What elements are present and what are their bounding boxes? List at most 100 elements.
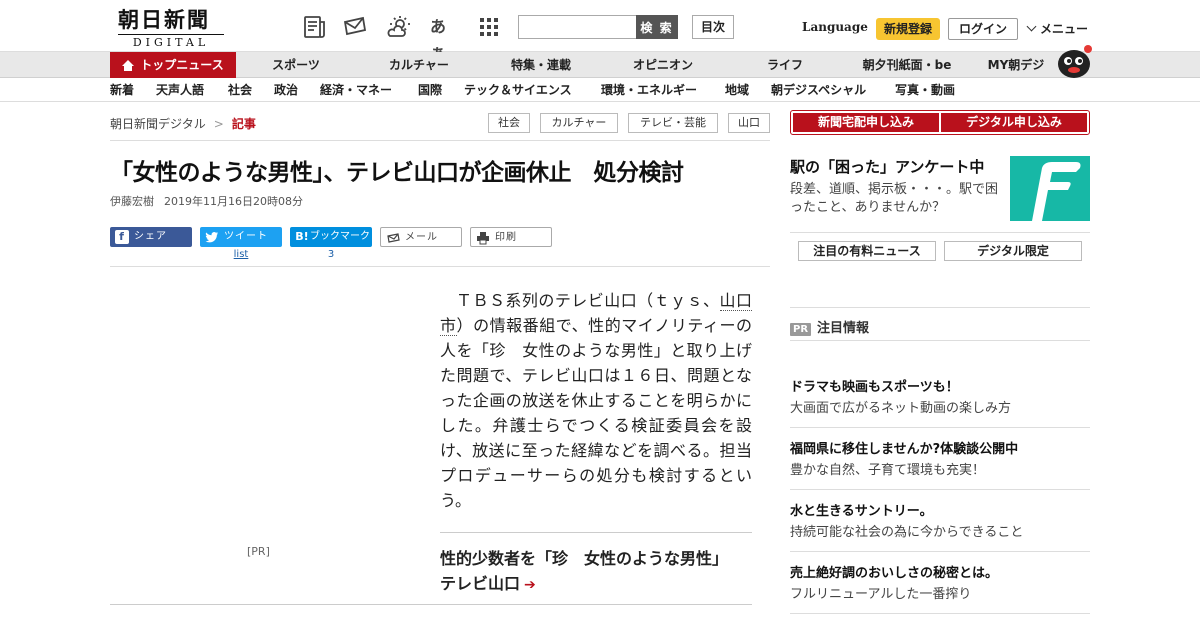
mail-icon[interactable]	[342, 14, 368, 40]
hatena-bookmark-button[interactable]: B! ブックマーク	[290, 227, 372, 247]
printer-icon	[476, 231, 490, 245]
menu-button[interactable]: メニュー	[1026, 20, 1088, 37]
body-text: ＴＢＳ系列のテレビ山口（ｔｙｓ、	[456, 291, 720, 310]
print-button[interactable]: 印刷	[470, 227, 552, 247]
nav-society[interactable]: 社会	[228, 79, 252, 102]
nav-photo-video[interactable]: 写真・動画	[895, 79, 955, 102]
tag-society[interactable]: 社会	[488, 113, 530, 133]
article-title: 「女性のような男性」、テレビ山口が企画休止 処分検討	[110, 160, 684, 186]
tab-digital-only[interactable]: デジタル限定	[944, 241, 1082, 261]
search-input[interactable]	[518, 15, 638, 39]
register-button[interactable]: 新規登録	[876, 18, 940, 40]
nav-latest[interactable]: 新着	[110, 79, 134, 102]
divider	[790, 489, 1090, 490]
nav-life[interactable]: ライフ	[740, 52, 830, 78]
primary-nav: トップニュース スポーツ カルチャー 特集・連載 オピニオン ライフ 朝夕刊紙面…	[0, 52, 1200, 78]
sponsored-desc: 大画面で広がるネット動画の楽しみ方	[790, 401, 1012, 416]
arrow-right-icon: ➔	[524, 577, 536, 593]
survey-title[interactable]: 駅の「困った」アンケート中	[790, 156, 984, 177]
divider	[790, 613, 1090, 614]
site-header: 朝日新聞 DIGITAL あぁ 検 索 目次 Language 新規登録 ログイ…	[0, 0, 1200, 62]
nav-my-asahi[interactable]: MY朝デジ	[980, 52, 1052, 78]
nav-top-news[interactable]: トップニュース	[110, 52, 236, 78]
nav-culture[interactable]: カルチャー	[374, 52, 464, 78]
tag-tv[interactable]: テレビ・芸能	[628, 113, 718, 133]
divider	[440, 532, 752, 533]
tab-paid-news[interactable]: 注目の有料ニュース	[798, 241, 936, 261]
pr-badge: PR	[790, 323, 812, 336]
facebook-share-button[interactable]: f シェア	[110, 227, 192, 247]
share-label: 印刷	[495, 232, 517, 243]
nav-paper[interactable]: 朝夕刊紙面・be	[852, 52, 962, 78]
share-label: メール	[405, 232, 438, 243]
chevron-down-icon	[1026, 21, 1037, 32]
mail-icon	[386, 231, 400, 245]
nav-tensei[interactable]: 天声人語	[156, 79, 204, 102]
language-link[interactable]: Language	[802, 20, 868, 34]
publish-date: 2019年11月16日20時08分	[164, 195, 303, 208]
sponsored-desc: 持続可能な社会の為に今からできること	[790, 525, 1024, 540]
sponsored-item[interactable]: ドラマも映画もスポーツも！ 大画面で広がるネット動画の楽しみ方	[790, 378, 1090, 420]
nav-region[interactable]: 地域	[725, 79, 749, 102]
sponsored-item[interactable]: 売上絶好調のおいしさの秘密とは。 フルリニューアルした一番搾り	[790, 564, 1090, 606]
share-label: ブックマーク	[310, 231, 370, 242]
subscribe-paper-button[interactable]: 新聞宅配申し込み	[793, 113, 939, 132]
secondary-nav: 新着 天声人語 社会 政治 経済・マネー 国際 テック＆サイエンス 環境・エネル…	[0, 79, 1200, 102]
divider	[790, 340, 1090, 341]
hatena-count[interactable]: 3	[290, 249, 372, 260]
subscribe-box: 新聞宅配申し込み デジタル申し込み	[790, 110, 1090, 135]
tag-culture[interactable]: カルチャー	[540, 113, 618, 133]
breadcrumb-separator: >	[213, 117, 224, 131]
nav-economy[interactable]: 経済・マネー	[320, 79, 392, 102]
ad-label: [PR]	[247, 545, 270, 558]
apps-grid-icon[interactable]	[476, 14, 502, 40]
nav-features[interactable]: 特集・連載	[496, 52, 586, 78]
nav-opinion[interactable]: オピニオン	[618, 52, 708, 78]
nav-special[interactable]: 朝デジスペシャル	[771, 79, 866, 102]
share-label: ツイート	[224, 231, 268, 242]
subscribe-digital-button[interactable]: デジタル申し込み	[941, 113, 1087, 132]
divider	[790, 551, 1090, 552]
sponsored-desc: 豊かな自然、子育て環境も充実！	[790, 463, 986, 478]
twitter-count[interactable]: list	[200, 249, 282, 260]
tag-yamaguchi[interactable]: 山口	[728, 113, 770, 133]
toc-button[interactable]: 目次	[692, 15, 734, 39]
font-size-icon[interactable]: あぁ	[430, 14, 456, 62]
nav-sports[interactable]: スポーツ	[256, 52, 336, 78]
site-logo[interactable]: 朝日新聞 DIGITAL	[118, 8, 230, 49]
divider	[110, 604, 752, 605]
divider	[790, 232, 1090, 233]
sponsored-title: 水と生きるサントリー。	[790, 504, 933, 519]
mascot-icon[interactable]	[1054, 44, 1094, 78]
article-body: ＴＢＳ系列のテレビ山口（ｔｙｓ、山口市）の情報番組で、性的マイノリティーの人を「…	[440, 288, 752, 513]
sponsored-desc: フルリニューアルした一番搾り	[790, 587, 972, 602]
hatena-icon: B!	[295, 230, 309, 243]
divider	[790, 427, 1090, 428]
facebook-icon: f	[115, 230, 129, 244]
newspaper-icon[interactable]	[302, 14, 328, 40]
breadcrumb-home[interactable]: 朝日新聞デジタル	[110, 117, 206, 131]
related-article-link[interactable]: 性的少数者を「珍 女性のような男性」 テレビ山口 ➔	[440, 546, 740, 598]
sponsored-title: 福岡県に移住しませんか?体験談公開中	[790, 442, 1019, 457]
nav-tech[interactable]: テック＆サイエンス	[464, 79, 572, 102]
divider	[110, 266, 770, 267]
twitter-share-button[interactable]: ツイート	[200, 227, 282, 247]
share-label: シェア	[134, 231, 167, 242]
sponsored-item[interactable]: 水と生きるサントリー。 持続可能な社会の為に今からできること	[790, 502, 1090, 544]
divider	[110, 140, 770, 141]
login-button[interactable]: ログイン	[948, 18, 1018, 40]
survey-image[interactable]	[1010, 156, 1090, 221]
home-icon	[122, 60, 135, 71]
weather-icon[interactable]	[386, 14, 412, 40]
nav-international[interactable]: 国際	[418, 79, 442, 102]
breadcrumb-current: 記事	[231, 117, 256, 131]
nav-environment[interactable]: 環境・エネルギー	[601, 79, 697, 102]
nav-politics[interactable]: 政治	[274, 79, 298, 102]
sponsored-item[interactable]: 福岡県に移住しませんか?体験談公開中 豊かな自然、子育て環境も充実！	[790, 440, 1090, 482]
search-button[interactable]: 検 索	[636, 15, 678, 39]
related-title: 性的少数者を「珍 女性のような男性」 テレビ山口	[440, 549, 737, 593]
mail-share-button[interactable]: メール	[380, 227, 462, 247]
sponsored-title: 売上絶好調のおいしさの秘密とは。	[790, 566, 999, 581]
twitter-icon	[205, 230, 219, 244]
survey-text[interactable]: 段差、道順、掲示板・・・。駅で困ったこと、ありませんか？	[790, 181, 1002, 217]
